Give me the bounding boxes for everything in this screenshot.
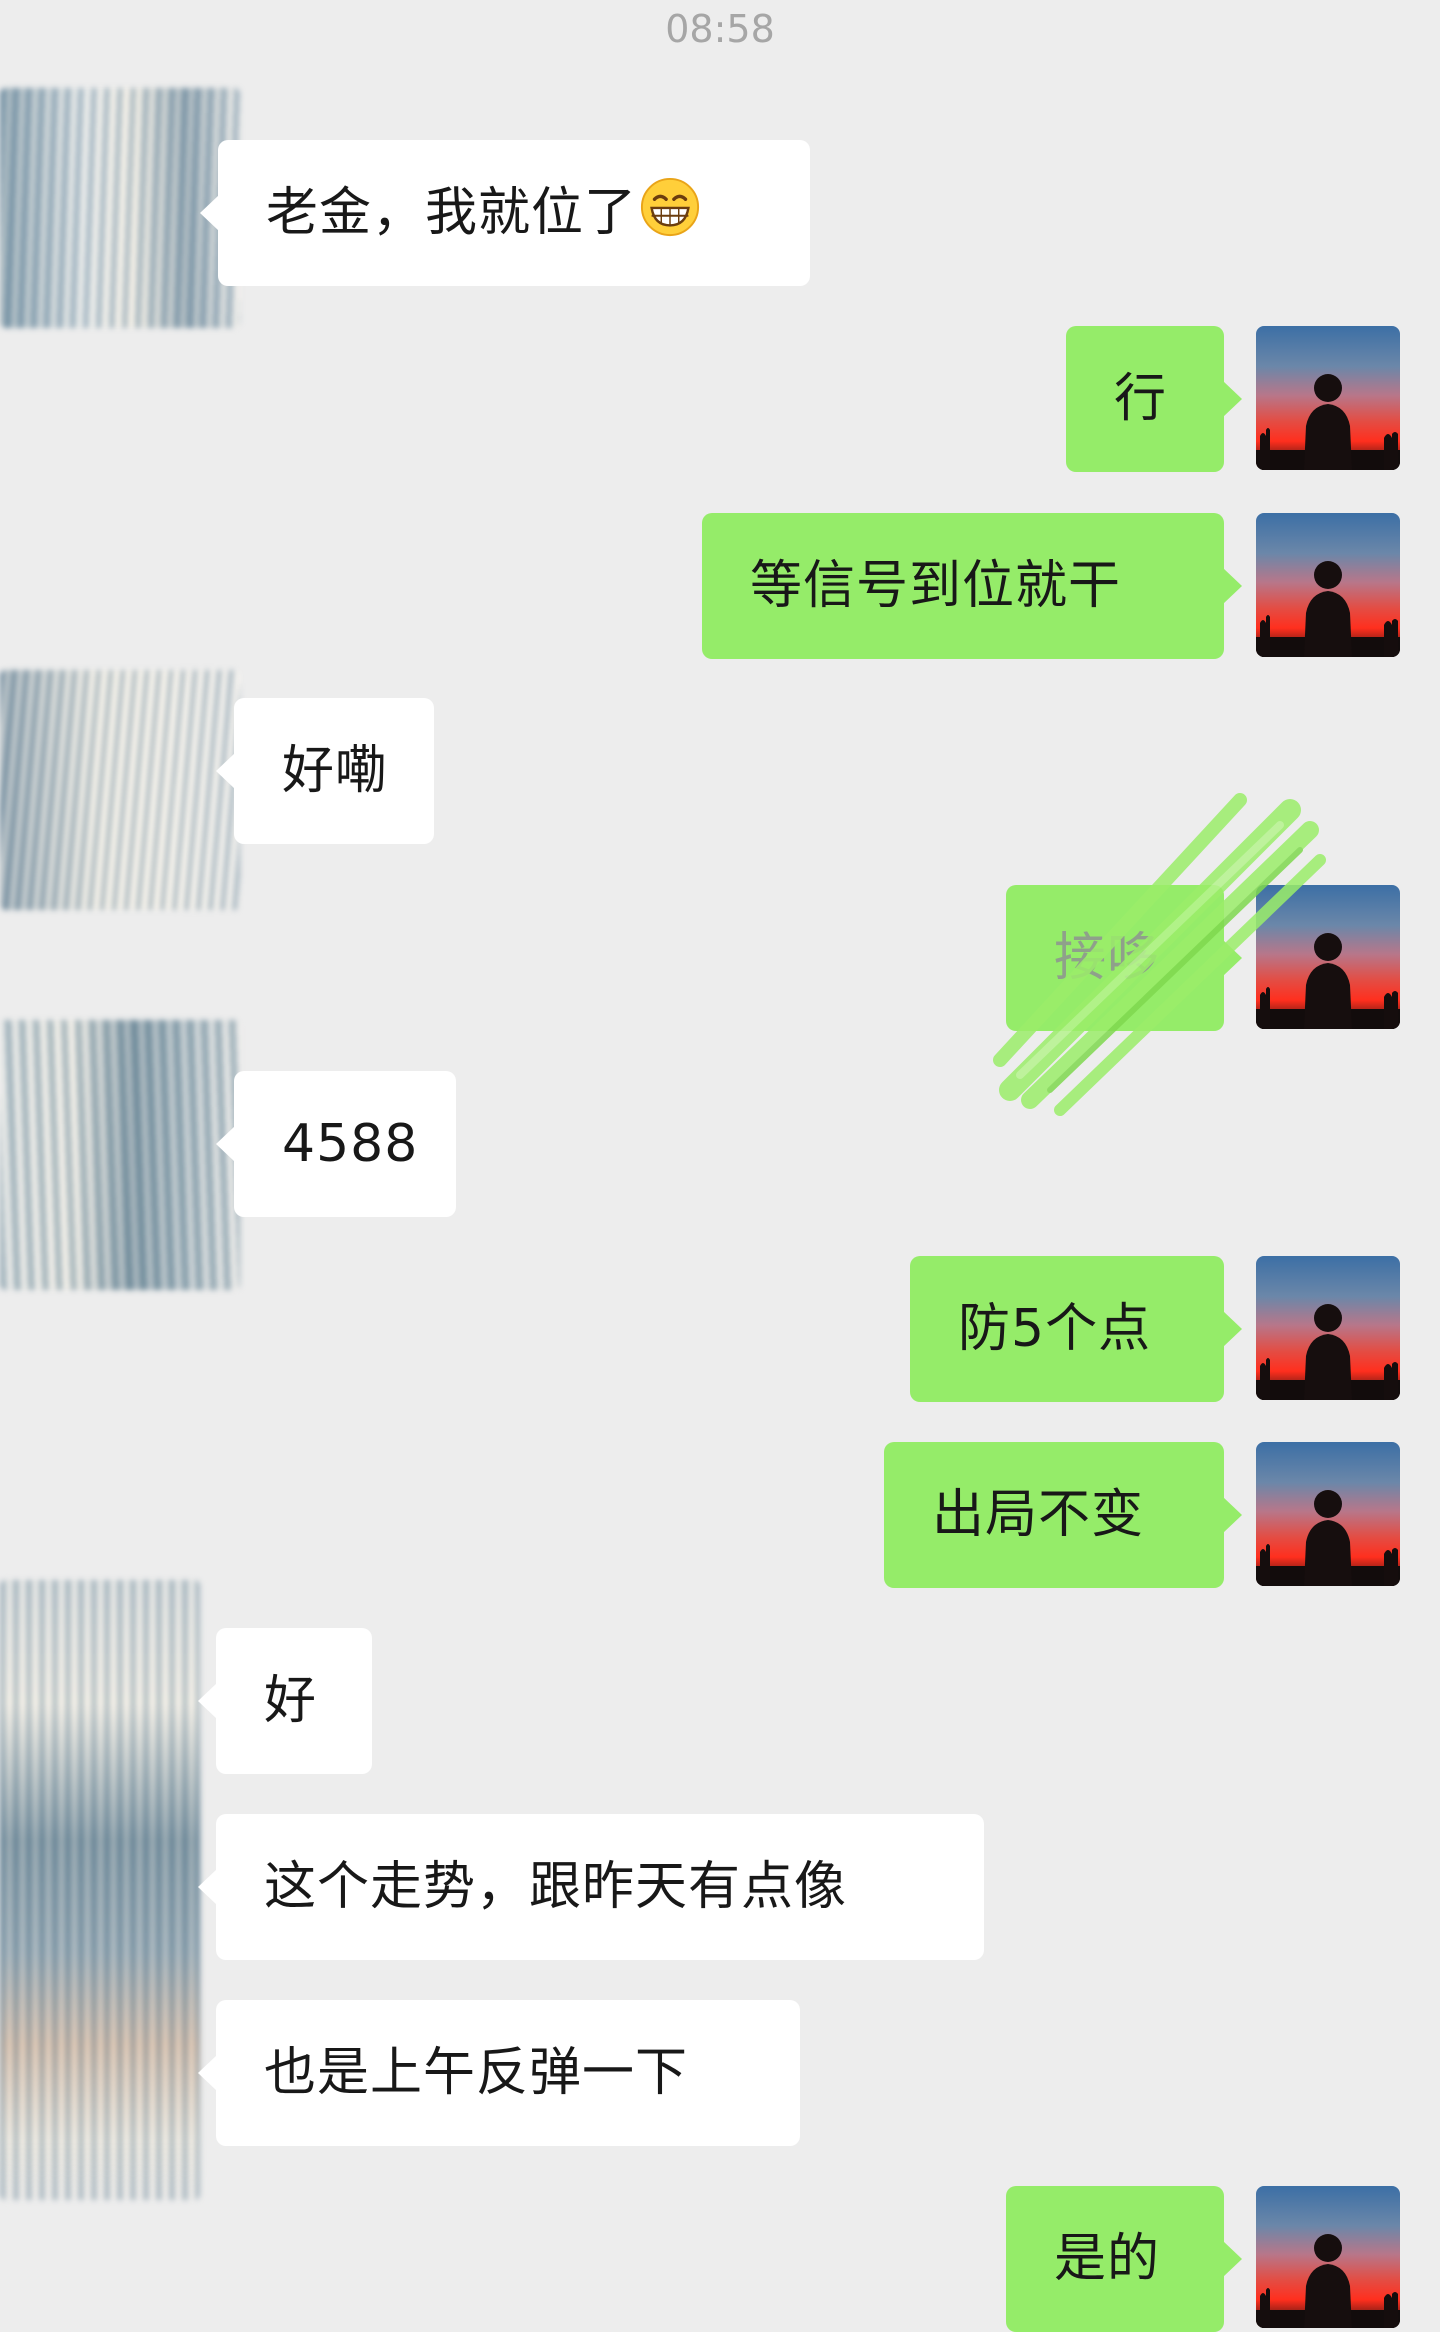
silhouette-avatar-icon [1256, 2234, 1400, 2328]
contact-avatar-redacted[interactable] [0, 1580, 200, 2200]
message-text: 防5个点 [958, 1299, 1152, 1359]
silhouette-avatar-icon [1256, 561, 1400, 657]
outgoing-message-bubble[interactable]: 等信号到位就干 [702, 513, 1242, 659]
contact-avatar-redacted[interactable] [0, 1020, 240, 1290]
silhouette-avatar-icon [1256, 1304, 1400, 1400]
silhouette-avatar-icon [1256, 933, 1400, 1029]
message-text: 行 [1114, 369, 1168, 429]
incoming-message-bubble[interactable]: 也是上午反弹一下 [198, 2000, 800, 2146]
incoming-message-bubble[interactable]: 好嘞 [216, 698, 434, 844]
incoming-message-bubble[interactable]: 好 [198, 1628, 372, 1774]
outgoing-message-bubble[interactable]: 行 [1066, 326, 1242, 472]
incoming-message-bubble[interactable]: 4588 [216, 1071, 456, 1217]
message-text: 出局不变 [932, 1485, 1145, 1545]
incoming-message-bubble[interactable]: 这个走势，跟昨天有点像 [198, 1814, 984, 1960]
outgoing-message-bubble[interactable]: 出局不变 [884, 1442, 1242, 1588]
message-text: 好嘞 [282, 741, 389, 801]
outgoing-message-bubble[interactable]: 防5个点 [910, 1256, 1242, 1402]
message-text: 也是上午反弹一下 [264, 2043, 689, 2103]
outgoing-message-bubble[interactable]: 接哆 [1006, 885, 1242, 1031]
my-avatar[interactable] [1256, 326, 1400, 470]
message-text: 好 [264, 1671, 318, 1731]
incoming-message-bubble[interactable]: 老金，我就位了 [200, 140, 810, 286]
message-text: 接哆 [1054, 928, 1161, 988]
my-avatar[interactable] [1256, 1256, 1400, 1400]
my-avatar[interactable] [1256, 2186, 1400, 2328]
message-text: 这个走势，跟昨天有点像 [264, 1857, 848, 1917]
message-text: 4588 [282, 1114, 419, 1174]
message-text: 是的 [1054, 2229, 1161, 2289]
grinning-face-emoji-icon [640, 177, 700, 237]
message-text: 等信号到位就干 [750, 556, 1122, 616]
chat-timestamp: 08:58 [665, 7, 775, 51]
message-text: 老金，我就位了 [266, 183, 638, 243]
contact-avatar-redacted[interactable] [0, 670, 240, 910]
my-avatar[interactable] [1256, 885, 1400, 1029]
my-avatar[interactable] [1256, 513, 1400, 657]
outgoing-message-bubble[interactable]: 是的 [1006, 2186, 1242, 2332]
silhouette-avatar-icon [1256, 1490, 1400, 1586]
my-avatar[interactable] [1256, 1442, 1400, 1586]
silhouette-avatar-icon [1256, 374, 1400, 470]
